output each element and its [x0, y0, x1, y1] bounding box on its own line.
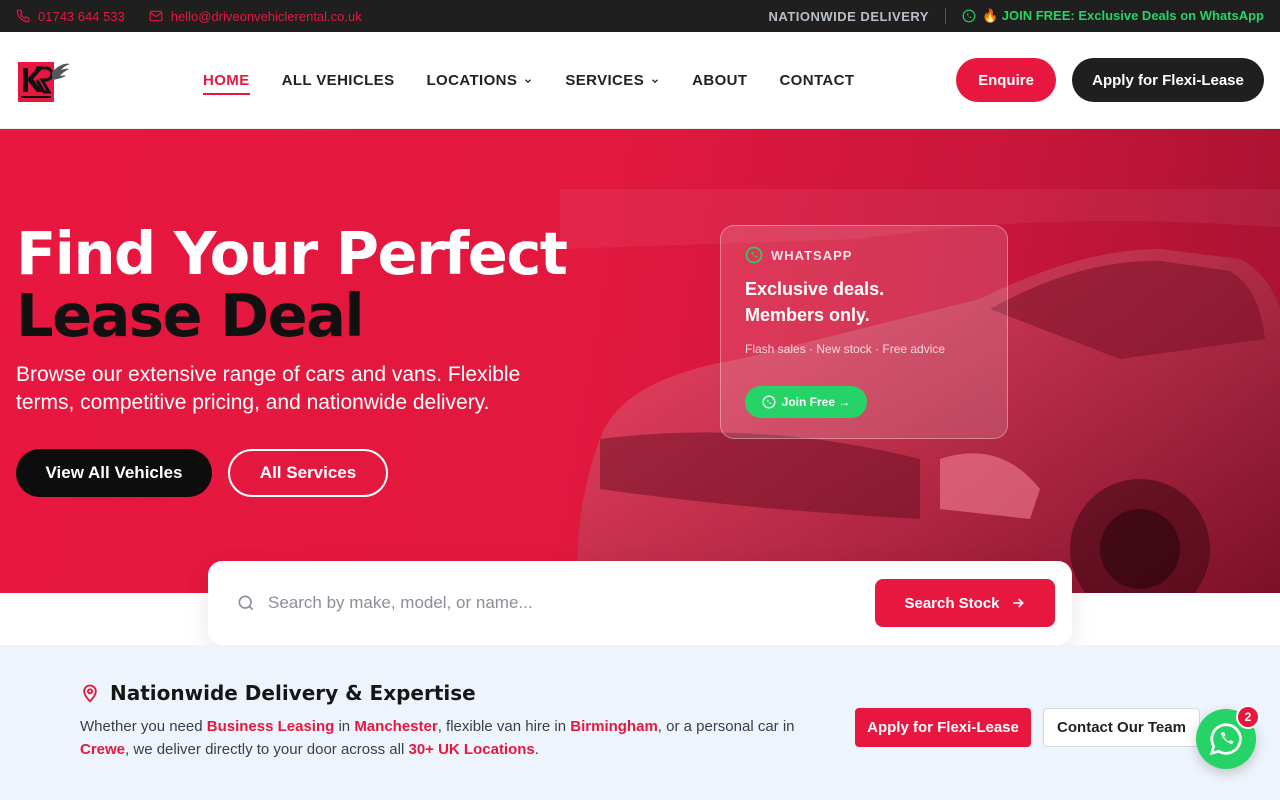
delivery-description: Whether you need Business Leasing in Man…	[80, 715, 840, 761]
top-bar: 01743 644 533 hello@driveonvehiclerental…	[0, 0, 1280, 32]
nav-all-vehicles[interactable]: ALL VEHICLES	[282, 72, 395, 89]
hero-title: Find Your Perfect Lease Deal	[16, 219, 568, 350]
desc-text: in	[334, 718, 355, 735]
manchester-link[interactable]: Manchester	[354, 718, 437, 735]
contact-our-team-button[interactable]: Contact Our Team	[1043, 708, 1200, 747]
join-free-label: Join Free →	[781, 395, 851, 409]
top-bar-contacts: 01743 644 533 hello@driveonvehiclerental…	[16, 9, 362, 24]
nav-home[interactable]: HOME	[203, 72, 250, 95]
arrow-right-icon	[1012, 598, 1024, 608]
uk-locations-link[interactable]: 30+ UK Locations	[408, 741, 534, 758]
apply-flexi-lease-button[interactable]: Apply for Flexi-Lease	[1072, 58, 1264, 102]
whatsapp-headline: Exclusive deals. Members only.	[745, 276, 985, 328]
hero-section: Find Your Perfect Lease Deal Browse our …	[0, 129, 1280, 593]
whatsapp-icon	[962, 9, 976, 23]
whatsapp-tag-label: WHATSAPP	[771, 247, 853, 263]
delivery-title: Nationwide Delivery & Expertise	[80, 681, 476, 705]
hero-subtitle: Browse our extensive range of cars and v…	[16, 363, 521, 414]
whatsapp-headline-line2: Members only.	[745, 305, 870, 325]
birmingham-link[interactable]: Birmingham	[570, 718, 658, 735]
notification-badge: 2	[1236, 705, 1260, 729]
whatsapp-icon	[1209, 723, 1242, 756]
delivery-heading: Nationwide Delivery & Expertise	[110, 681, 476, 705]
kr-automotive-logo[interactable]	[18, 58, 70, 104]
whatsapp-promo-card: WHATSAPP Exclusive deals. Members only. …	[720, 225, 1008, 439]
whatsapp-icon	[745, 246, 763, 264]
apply-flexi-lease-secondary-button[interactable]: Apply for Flexi-Lease	[855, 708, 1031, 747]
desc-text: , or a personal car in	[657, 718, 795, 735]
whatsapp-headline-line1: Exclusive deals.	[745, 279, 885, 299]
join-free-button[interactable]: Join Free →	[745, 386, 867, 418]
desc-text: , flexible van hire in	[437, 718, 571, 735]
crewe-link[interactable]: Crewe	[80, 741, 125, 758]
desc-text: , we deliver directly to your door acros…	[125, 741, 409, 758]
email-address: hello@driveonvehiclerental.co.uk	[170, 8, 362, 24]
nav-services[interactable]: SERVICES	[565, 72, 660, 89]
search-stock-button[interactable]: Search Stock	[875, 579, 1055, 627]
nav-label: SERVICES	[565, 72, 645, 89]
main-nav: HOME ALL VEHICLES LOCATIONS SERVICES ABO…	[203, 32, 854, 129]
search-card: Search Stock	[208, 561, 1072, 645]
site-header: HOME ALL VEHICLES LOCATIONS SERVICES ABO…	[0, 32, 1280, 129]
whatsapp-meta: Flash sales · New stock · Free advice	[745, 342, 946, 356]
location-pin-icon	[83, 684, 97, 703]
nav-label: ALL VEHICLES	[281, 72, 395, 89]
email-link[interactable]: hello@driveonvehiclerental.co.uk	[149, 9, 362, 24]
chevron-down-icon	[525, 78, 532, 83]
nav-contact[interactable]: CONTACT	[779, 72, 854, 89]
phone-icon	[16, 9, 30, 23]
chevron-down-icon	[652, 78, 659, 83]
divider	[944, 8, 946, 24]
whatsapp-icon	[762, 395, 776, 409]
nav-about[interactable]: ABOUT	[692, 72, 747, 89]
phone-number: 01743 644 533	[38, 8, 125, 24]
nav-label: HOME	[203, 72, 250, 89]
search-stock-label: Search Stock	[904, 594, 1000, 612]
nationwide-delivery-label: NATIONWIDE DELIVERY	[768, 8, 929, 24]
enquire-button[interactable]: Enquire	[956, 58, 1056, 102]
phone-link[interactable]: 01743 644 533	[16, 9, 125, 24]
whatsapp-deal-text: 🔥 JOIN FREE: Exclusive Deals on WhatsApp	[981, 8, 1264, 23]
all-services-button[interactable]: All Services	[228, 449, 388, 497]
view-all-vehicles-button[interactable]: View All Vehicles	[16, 449, 212, 497]
top-bar-right: NATIONWIDE DELIVERY 🔥 JOIN FREE: Exclusi…	[769, 8, 1264, 24]
nav-label: CONTACT	[779, 72, 855, 89]
whatsapp-deal-link[interactable]: 🔥 JOIN FREE: Exclusive Deals on WhatsApp	[962, 8, 1264, 24]
desc-text: Whether you need	[80, 718, 207, 735]
business-leasing-link[interactable]: Business Leasing	[207, 718, 335, 735]
hero-title-line1: Find Your Perfect	[16, 219, 568, 288]
search-input[interactable]	[268, 583, 858, 623]
nav-label: ABOUT	[692, 72, 748, 89]
nav-label: LOCATIONS	[426, 72, 518, 89]
search-icon	[238, 595, 254, 611]
delivery-section: Nationwide Delivery & Expertise Whether …	[0, 645, 1280, 800]
nav-locations[interactable]: LOCATIONS	[426, 72, 533, 89]
whatsapp-tag: WHATSAPP	[745, 246, 852, 264]
mail-icon	[149, 10, 163, 22]
desc-text: .	[534, 741, 539, 758]
hero-title-line2: Lease Deal	[16, 281, 365, 350]
